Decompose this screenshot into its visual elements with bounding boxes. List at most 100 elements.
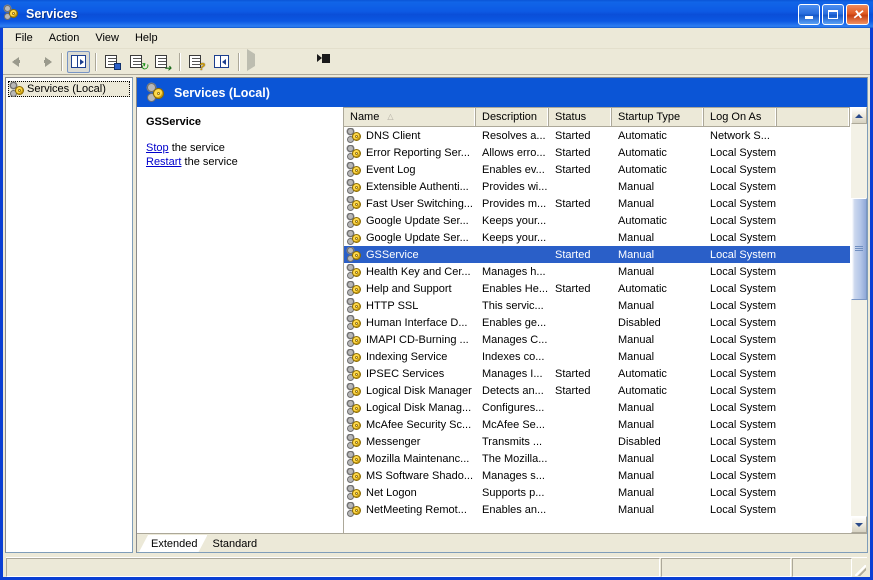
stop-service-button[interactable] [269, 51, 292, 73]
stop-service-link[interactable]: Stop [146, 142, 169, 154]
cell-name: Google Update Ser... [344, 212, 476, 229]
cell-description: Indexes co... [482, 350, 545, 363]
cell-status: Started [555, 129, 591, 142]
table-row[interactable]: GSService Started Manual Local System [344, 246, 850, 263]
table-row[interactable]: Logical Disk Manager Detects an... Started… [344, 382, 850, 399]
help-button[interactable]: ? [185, 51, 208, 73]
table-row[interactable]: HTTP SSL This servic... Manual Local System [344, 297, 850, 314]
cell-startup-type: Manual [618, 299, 655, 312]
services-gear-icon [10, 82, 24, 97]
menu-help[interactable]: Help [127, 30, 166, 46]
cell-name: DNS Client [344, 127, 476, 144]
table-row[interactable]: McAfee Security Sc... McAfee Se... Manual L… [344, 416, 850, 433]
export-list-button[interactable]: ➜ [151, 51, 174, 73]
service-gear-icon [347, 127, 363, 144]
status-bar-main [6, 558, 660, 577]
cell-description: Enables an... [482, 503, 547, 516]
cell-startup-type: Manual [618, 265, 655, 278]
services-gear-icon [147, 82, 167, 103]
table-row[interactable]: IMAPI CD-Burning ... Manages C... Manual Lo… [344, 331, 850, 348]
restart-service-button[interactable] [319, 51, 342, 73]
cell-name: IMAPI CD-Burning ... [344, 331, 476, 348]
table-row[interactable]: Extensible Authenti... Provides wi... Manu… [344, 178, 850, 195]
cell-log-on-as: Local System [710, 435, 777, 448]
table-row[interactable]: Messenger Transmits ... Disabled Local Syst… [344, 433, 850, 450]
table-row[interactable]: Fast User Switching... Provides m... Start… [344, 195, 850, 212]
table-row[interactable]: Help and Support Enables He... Started Auto… [344, 280, 850, 297]
resize-grip[interactable] [853, 558, 867, 577]
column-header-name[interactable]: Name △ [344, 108, 476, 126]
show-action-pane-button[interactable] [210, 51, 233, 73]
cell-startup-type: Manual [618, 452, 655, 465]
column-header-startup-type[interactable]: Startup Type [612, 108, 704, 126]
maximize-button[interactable] [822, 3, 844, 25]
tab-standard[interactable]: Standard [200, 535, 267, 552]
cell-name: Logical Disk Manag... [344, 399, 476, 416]
cell-log-on-as: Local System [710, 299, 777, 312]
menu-view[interactable]: View [87, 30, 127, 46]
cell-name: GSService [344, 246, 476, 263]
column-header-name-label: Name [350, 111, 380, 123]
pause-service-button[interactable] [294, 51, 317, 73]
toolbar-separator [61, 52, 62, 71]
start-service-button[interactable] [244, 48, 267, 73]
restart-service-link[interactable]: Restart [146, 156, 181, 168]
column-header-filler [777, 108, 850, 126]
table-row[interactable]: DNS Client Resolves a... Started Automatic N… [344, 127, 850, 144]
cell-log-on-as: Local System [710, 333, 777, 346]
table-row[interactable]: Health Key and Cer... Manages h... Manual L… [344, 263, 850, 280]
tab-extended[interactable]: Extended [139, 535, 207, 552]
service-gear-icon [347, 331, 363, 348]
table-row[interactable]: IPSEC Services Manages I... Started Automat… [344, 365, 850, 382]
cell-log-on-as: Local System [710, 469, 777, 482]
vertical-scrollbar[interactable] [850, 107, 867, 533]
cell-description: Keeps your... [482, 214, 547, 227]
cell-log-on-as: Local System [710, 418, 777, 431]
service-name-label: Google Update Ser... [366, 214, 469, 227]
list-header-row: Name △ Description Status Startup Type L… [344, 108, 850, 127]
menu-action[interactable]: Action [41, 30, 88, 46]
forward-button[interactable] [33, 51, 56, 73]
service-gear-icon [347, 501, 363, 518]
cell-startup-type: Disabled [618, 316, 661, 329]
table-row[interactable]: Human Interface D... Enables ge... Disable… [344, 314, 850, 331]
back-button[interactable] [8, 51, 31, 73]
close-button[interactable]: ✕ [846, 3, 869, 25]
menu-file[interactable]: File [7, 30, 41, 46]
window-title: Services [26, 7, 78, 21]
table-row[interactable]: Event Log Enables ev... Started Automatic Lo… [344, 161, 850, 178]
show-hide-console-tree-button[interactable] [67, 50, 90, 73]
service-name-label: Google Update Ser... [366, 231, 469, 244]
table-row[interactable]: MS Software Shado... Manages s... Manual Lo… [344, 467, 850, 484]
console-tree-pane: Services (Local) [5, 77, 133, 553]
table-row[interactable]: Logical Disk Manag... Configures... Manual… [344, 399, 850, 416]
scrollbar-track[interactable] [851, 124, 867, 516]
table-row[interactable]: Mozilla Maintenanc... The Mozilla... Manua… [344, 450, 850, 467]
banner-title: Services (Local) [174, 85, 270, 100]
refresh-button[interactable]: ↻ [126, 51, 149, 73]
sidebar-item-services-local[interactable]: Services (Local) [8, 81, 130, 97]
service-gear-icon [347, 144, 363, 161]
service-gear-icon [347, 297, 363, 314]
minimize-button[interactable] [798, 3, 820, 25]
service-name-label: Event Log [366, 163, 416, 176]
column-header-status[interactable]: Status [549, 108, 612, 126]
scroll-up-button[interactable] [851, 107, 867, 124]
column-header-log-on-as[interactable]: Log On As [704, 108, 777, 126]
table-row[interactable]: Google Update Ser... Keeps your... Automat… [344, 212, 850, 229]
cell-status: Started [555, 163, 591, 176]
service-gear-icon [347, 433, 363, 450]
table-row[interactable]: Google Update Ser... Keeps your... Manual L… [344, 229, 850, 246]
scroll-down-button[interactable] [851, 516, 867, 533]
properties-button[interactable] [101, 51, 124, 73]
toolbar-separator [238, 52, 239, 71]
column-header-description[interactable]: Description [476, 108, 549, 126]
cell-startup-type: Automatic [618, 163, 667, 176]
table-row[interactable]: Net Logon Supports p... Manual Local System [344, 484, 850, 501]
client-area: File Action View Help ↻ ➜ ? Services (Lo… [3, 28, 870, 577]
scrollbar-thumb[interactable] [851, 198, 867, 301]
table-row[interactable]: Error Reporting Ser... Allows erro... Star… [344, 144, 850, 161]
table-row[interactable]: Indexing Service Indexes co... Manual Local… [344, 348, 850, 365]
table-row[interactable]: NetMeeting Remot... Enables an... Manual Lo… [344, 501, 850, 518]
service-name-label: HTTP SSL [366, 299, 419, 312]
